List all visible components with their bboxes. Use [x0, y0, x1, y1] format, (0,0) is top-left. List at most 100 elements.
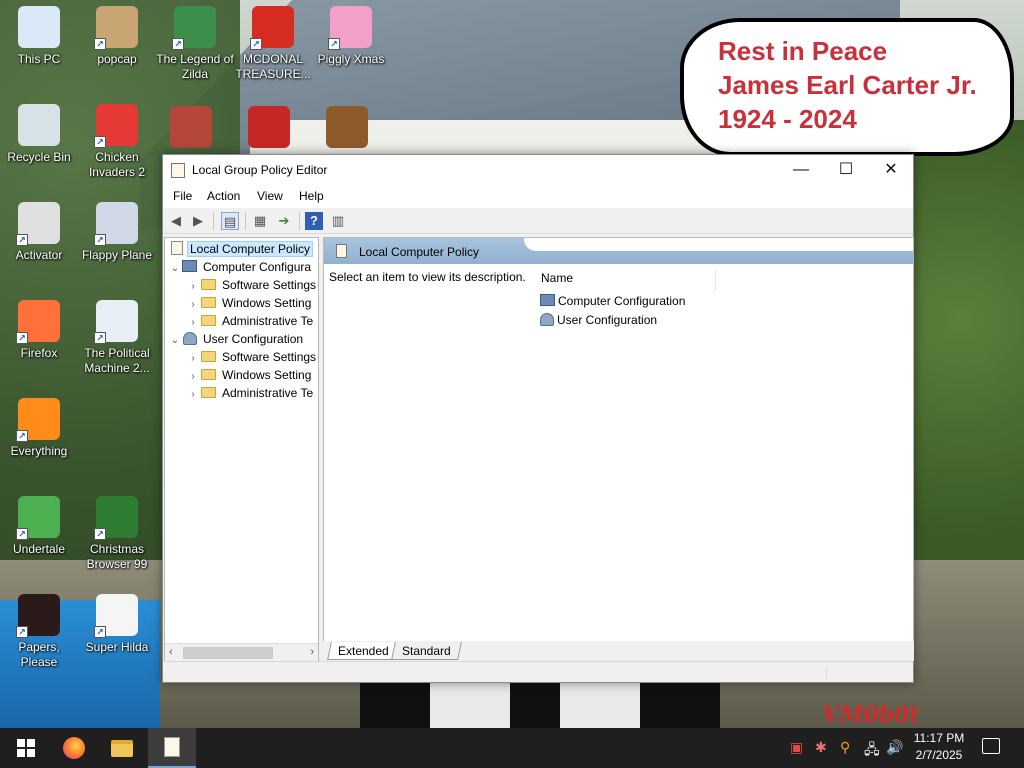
tab-standard[interactable]: Standard	[391, 642, 462, 660]
desktop-icon[interactable]: ↗ popcap	[78, 6, 156, 67]
folder-icon	[201, 279, 216, 290]
filter-view-icon[interactable]: ▥	[329, 212, 347, 230]
help-icon[interactable]: ?	[305, 212, 323, 230]
menu-help[interactable]: Help	[299, 189, 324, 203]
volume-icon[interactable]: 🔊	[886, 739, 903, 756]
scrollbar-thumb[interactable]	[183, 647, 273, 659]
tab-extended[interactable]: Extended	[327, 642, 400, 660]
folder-icon	[201, 297, 216, 308]
shortcut-arrow-icon: ↗	[16, 430, 28, 442]
papers-icon: ↗	[16, 594, 60, 638]
desktop-icon[interactable]: ↗ Super Hilda	[78, 594, 156, 655]
desktop-icon[interactable]: ↗ Undertale	[0, 496, 78, 557]
clock-time[interactable]: 11:17 PM	[903, 731, 975, 745]
desktop-icon[interactable]: ↗ Papers, Please	[0, 594, 78, 670]
detail-header: Local Computer Policy	[324, 238, 913, 264]
column-label: Name	[541, 271, 574, 285]
desktop-icon[interactable]: Recycle Bin	[0, 104, 78, 165]
close-button[interactable]: ✕	[868, 155, 914, 186]
taskbar: ▣ ✱ ⚲ 🖧 🔊 11:17 PM 2/7/2025	[0, 728, 1024, 768]
desktop-icon-label: Undertale	[12, 542, 66, 556]
tree-item-user-administrative-templates[interactable]: › Administrative Te	[187, 384, 316, 402]
folder-icon	[201, 387, 216, 398]
list-item-user-configuration[interactable]: User Configuration	[540, 311, 657, 329]
desktop-icon[interactable]: ↗ The Political Machine 2...	[78, 300, 156, 376]
desktop-icon[interactable]: This PC	[0, 6, 78, 67]
notification-center-icon[interactable]	[982, 738, 1000, 754]
recycle-bin-icon	[18, 104, 60, 146]
name-column-header[interactable]: Name	[541, 269, 716, 291]
export-list-icon[interactable]: ➔	[275, 212, 293, 230]
network-icon[interactable]: 🖧	[864, 739, 880, 763]
desktop-icon-label: Activator	[15, 248, 63, 262]
shortcut-arrow-icon: ↗	[94, 332, 106, 344]
tree-item-computer-software-settings[interactable]: › Software Settings	[187, 276, 318, 294]
title-bar[interactable]: Local Group Policy Editor — ☐ ✕	[163, 155, 913, 186]
hilda-icon: ↗	[94, 594, 138, 638]
tree-item-user-configuration[interactable]: ⌄ User Configuration	[169, 330, 306, 348]
desktop-icon-label: MCDONAL TREASURE...	[235, 52, 311, 81]
start-button[interactable]	[2, 728, 50, 768]
forward-arrow-icon[interactable]: ▶	[189, 212, 207, 230]
tree-item-local-computer-policy[interactable]: Local Computer Policy	[169, 240, 314, 258]
chevron-down-icon[interactable]: ⌄	[169, 332, 181, 350]
menu-view[interactable]: View	[257, 189, 283, 203]
desktop-icon[interactable]: ↗ Piggly Xmas	[312, 6, 390, 67]
show-hide-tree-icon[interactable]: ▤	[221, 212, 239, 230]
chevron-right-icon[interactable]: ›	[187, 386, 199, 404]
view-tabs: Extended Standard	[323, 641, 914, 661]
policy-document-icon	[164, 737, 180, 757]
security-shield-icon[interactable]: ▣	[790, 739, 803, 756]
desktop-icon[interactable]: ↗ Firefox	[0, 300, 78, 361]
desktop-icon[interactable]: ↗ Chicken Invaders 2	[78, 104, 156, 180]
list-item-label: Computer Configuration	[558, 294, 686, 308]
shortcut-arrow-icon: ↗	[94, 38, 106, 50]
windows-logo-icon	[17, 739, 35, 757]
desktop-icon[interactable]: ↗ MCDONAL TREASURE...	[234, 6, 312, 82]
computer-icon	[18, 6, 60, 48]
tree-item-label: Administrative Te	[222, 386, 314, 400]
chevron-down-icon[interactable]: ⌄	[169, 260, 181, 278]
tree-item-computer-configuration[interactable]: ⌄ Computer Configura	[169, 258, 314, 276]
search-icon[interactable]: ⚲	[840, 739, 850, 756]
tree-item-user-software-settings[interactable]: › Software Settings	[187, 348, 318, 366]
desktop-icon[interactable]	[152, 106, 230, 152]
menu-file[interactable]: File	[173, 189, 192, 203]
tree-item-label: Windows Setting	[222, 296, 312, 310]
desktop-icon[interactable]: ↗ Christmas Browser 99	[78, 496, 156, 572]
tree-item-user-windows-settings[interactable]: › Windows Setting	[187, 366, 314, 384]
maximize-button[interactable]: ☐	[823, 155, 869, 186]
shortcut-arrow-icon: ↗	[250, 38, 262, 50]
scroll-right-icon[interactable]: ›	[310, 646, 314, 658]
desktop-icon-label: Super Hilda	[85, 640, 149, 654]
tray-app-icon[interactable]: ✱	[815, 739, 827, 756]
back-arrow-icon[interactable]: ◀	[167, 212, 185, 230]
toolbar: ◀ ▶ ▤ ▦ ➔ ? ▥	[163, 208, 913, 234]
desktop-icon[interactable]: ↗ The Legend of Zilda	[156, 6, 234, 82]
desktop-icon-label: Piggly Xmas	[317, 52, 385, 66]
tree-horizontal-scrollbar[interactable]: ‹ ›	[165, 643, 318, 661]
taskbar-group-policy-editor[interactable]	[148, 728, 196, 768]
taskbar-firefox[interactable]	[50, 728, 98, 768]
minimize-button[interactable]: —	[778, 155, 824, 186]
taskbar-file-explorer[interactable]	[98, 728, 146, 768]
undertale-icon: ↗	[16, 496, 60, 540]
list-item-computer-configuration[interactable]: Computer Configuration	[540, 292, 685, 310]
scroll-left-icon[interactable]: ‹	[169, 646, 173, 658]
desktop-icon[interactable]	[230, 106, 308, 152]
shortcut-arrow-icon: ↗	[16, 626, 28, 638]
desktop-icon[interactable]: ↗ Activator	[0, 202, 78, 263]
shortcut-arrow-icon: ↗	[16, 528, 28, 540]
tree-item-computer-windows-settings[interactable]: › Windows Setting	[187, 294, 314, 312]
desktop-icon[interactable]	[308, 106, 386, 152]
tree-item-computer-administrative-templates[interactable]: › Administrative Te	[187, 312, 316, 330]
desktop-icon[interactable]: ↗ Flappy Plane	[78, 202, 156, 263]
properties-icon[interactable]: ▦	[251, 212, 269, 230]
menu-action[interactable]: Action	[207, 189, 240, 203]
computer-icon	[540, 294, 555, 306]
desktop-icon[interactable]: ↗ Everything	[0, 398, 78, 459]
popcap-icon: ↗	[94, 6, 138, 50]
shortcut-arrow-icon: ↗	[16, 332, 28, 344]
firefox-icon	[63, 737, 85, 759]
clock-date[interactable]: 2/7/2025	[903, 748, 975, 762]
